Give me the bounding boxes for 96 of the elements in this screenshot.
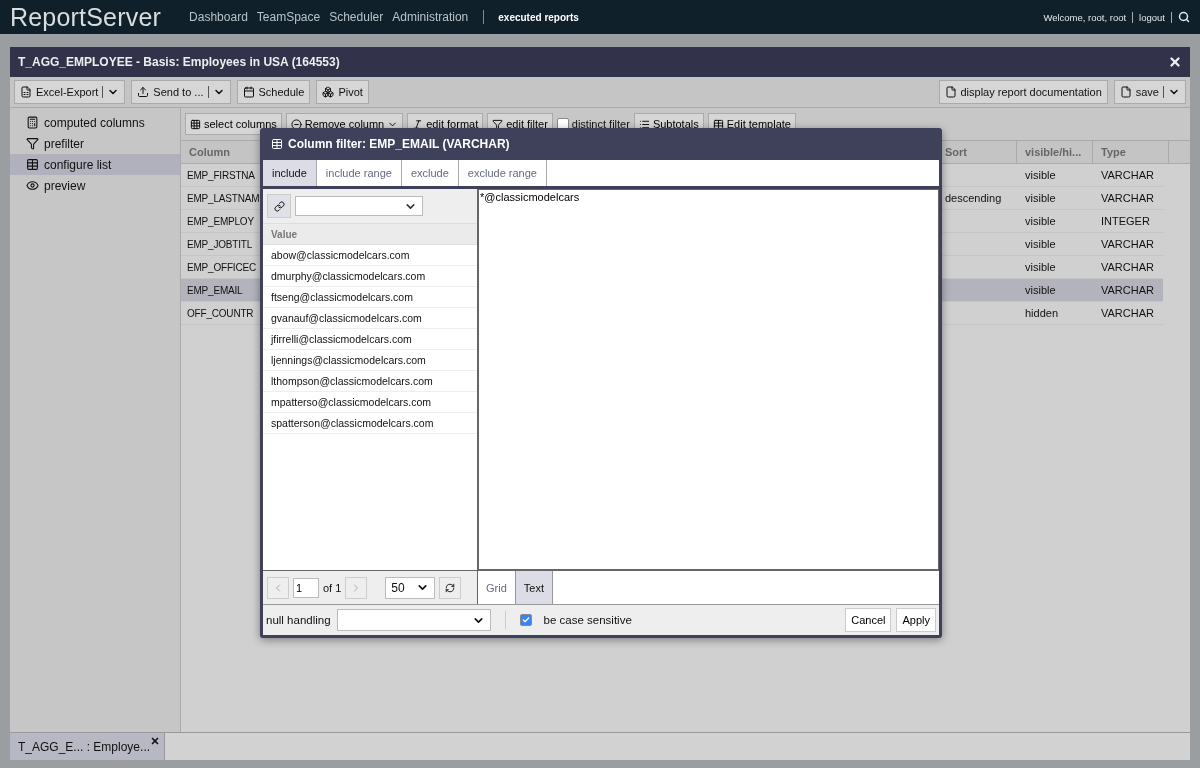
minus-circle-icon	[290, 118, 302, 130]
table-cell-text: INTEGER	[1100, 214, 1151, 229]
column-header: Type	[1093, 141, 1169, 163]
toolbar-button[interactable]: Excel-Export	[14, 80, 126, 104]
welcome-text: Welcome, root, root	[1043, 11, 1127, 23]
table-cell-text: visible	[1024, 237, 1057, 252]
file-icon	[1119, 86, 1132, 98]
null-handling-label: null handling	[266, 614, 331, 626]
refresh-button[interactable]	[439, 576, 462, 599]
nav-link[interactable]: Administration	[392, 10, 469, 24]
column-header: visible/hi...	[1017, 141, 1093, 163]
table-cell-text: VARCHAR	[1100, 306, 1155, 321]
checkbox-label: distinct filter	[571, 118, 630, 130]
close-icon[interactable]	[1168, 55, 1182, 69]
value-row[interactable]: jfirrelli@classicmodelcars.com	[263, 329, 477, 350]
dialog-button[interactable]: Cancel	[845, 608, 892, 632]
page-size-select[interactable]: 50	[385, 576, 436, 599]
value-row[interactable]: ljennings@classicmodelcars.com	[263, 350, 477, 371]
table-cell-text: EMP_OFFICEC	[186, 260, 257, 275]
checkbox-label: be case sensitive	[543, 614, 632, 626]
refresh-icon	[445, 582, 456, 593]
toolbar-button[interactable]: Pivot	[316, 80, 369, 104]
link-button[interactable]	[267, 194, 291, 218]
value-row[interactable]: spatterson@classicmodelcars.com	[263, 413, 477, 434]
toolbar-button[interactable]: Schedule	[236, 80, 311, 104]
toolbar-button[interactable]: select columns	[185, 113, 282, 135]
window-title: T_AGG_EMPLOYEE - Basis: Employees in USA (164553)	[18, 55, 340, 69]
link-icon	[273, 200, 285, 212]
nav-link[interactable]: TeamSpace	[256, 10, 321, 24]
table-cell-text: visible	[1024, 214, 1057, 229]
table-cell-text: EMP_FIRSTNA	[186, 168, 256, 183]
table-icon	[712, 118, 724, 130]
toolbar-button[interactable]: save	[1113, 80, 1186, 104]
sidebar-label: prefilter	[44, 136, 84, 151]
value-row[interactable]: mpatterso@classicmodelcars.com	[263, 392, 477, 413]
table-cell-text: visible	[1024, 283, 1057, 298]
filter-icon	[492, 118, 504, 130]
toolbar-button[interactable]: Send to ...	[131, 80, 231, 104]
search-icon[interactable]	[1178, 11, 1190, 23]
dialog-button[interactable]: Apply	[896, 608, 936, 632]
sidebar-item[interactable]: computed columns	[10, 112, 180, 133]
table-icon	[26, 158, 39, 171]
sidebar-item[interactable]: preview	[10, 175, 180, 196]
page-count: of 1	[323, 581, 342, 594]
checkbox[interactable]	[519, 614, 532, 626]
dialog-title: Column filter: EMP_EMAIL (VARCHAR)	[288, 137, 510, 151]
calculator-icon	[26, 116, 39, 129]
value-row[interactable]: lthompson@classicmodelcars.com	[263, 371, 477, 392]
app-logo: ReportServer	[10, 2, 162, 32]
calendar-icon	[242, 86, 255, 98]
nav-link[interactable]: Dashboard	[189, 10, 248, 24]
table-cell-text: EMP_EMAIL	[186, 283, 244, 298]
table-cell-text: EMP_EMPLOY	[186, 214, 255, 229]
sidebar-item[interactable]: prefilter	[10, 133, 180, 154]
toolbar-button[interactable]: display report documentation	[938, 80, 1108, 104]
table-cell-text: hidden	[1024, 306, 1060, 321]
view-tab[interactable]: Text	[515, 571, 553, 604]
table-cell-text: EMP_JOBTITL	[186, 237, 254, 252]
sidebar-label: configure list	[44, 157, 112, 172]
filter-text-area[interactable]: *@classicmodelcars	[478, 189, 939, 570]
value-row[interactable]: abow@classicmodelcars.com	[263, 245, 477, 266]
file-icon	[944, 86, 957, 98]
close-icon[interactable]	[150, 736, 160, 746]
sidebar-label: computed columns	[44, 115, 145, 130]
table-cell-text: VARCHAR	[1100, 237, 1155, 252]
value-row[interactable]: ftseng@classicmodelcars.com	[263, 287, 477, 308]
value-row[interactable]: gvanauf@classicmodelcars.com	[263, 308, 477, 329]
table-cell-text: visible	[1024, 191, 1057, 206]
nav-link[interactable]: Scheduler	[329, 10, 384, 24]
table-cell-text: VARCHAR	[1100, 283, 1155, 298]
table-cell-text: EMP_LASTNAM	[186, 191, 261, 206]
upload-icon	[137, 86, 150, 98]
table-cell-text: visible	[1024, 168, 1057, 183]
table-cell-text: descending	[944, 191, 1003, 206]
table-icon	[271, 138, 283, 150]
sidebar-item[interactable]: configure list	[10, 154, 180, 175]
taskbar-tab[interactable]: T_AGG_E... : Employe...	[10, 733, 165, 760]
table-cell-text: visible	[1024, 260, 1057, 275]
nav-link[interactable]: executed reports	[498, 11, 579, 23]
eye-icon	[26, 179, 39, 192]
logout-link[interactable]: logout	[1139, 11, 1165, 23]
table-cell-text: VARCHAR	[1100, 260, 1155, 275]
value-row[interactable]: dmurphy@classicmodelcars.com	[263, 266, 477, 287]
list-icon	[638, 118, 650, 130]
filter-icon	[26, 137, 39, 150]
column-header: Value	[263, 223, 477, 245]
page-field[interactable]: 1	[293, 577, 319, 598]
table-cell-text: VARCHAR	[1100, 168, 1155, 183]
boxes-icon	[322, 86, 335, 98]
spreadsheet-icon	[20, 86, 32, 98]
table-cell-text: VARCHAR	[1100, 191, 1155, 206]
grid-icon	[190, 118, 201, 130]
sidebar-label: preview	[44, 178, 86, 193]
dropdown-field[interactable]	[295, 196, 423, 216]
table-cell-text: OFF_COUNTR	[186, 306, 255, 321]
filter-tab[interactable]: include	[263, 160, 317, 186]
